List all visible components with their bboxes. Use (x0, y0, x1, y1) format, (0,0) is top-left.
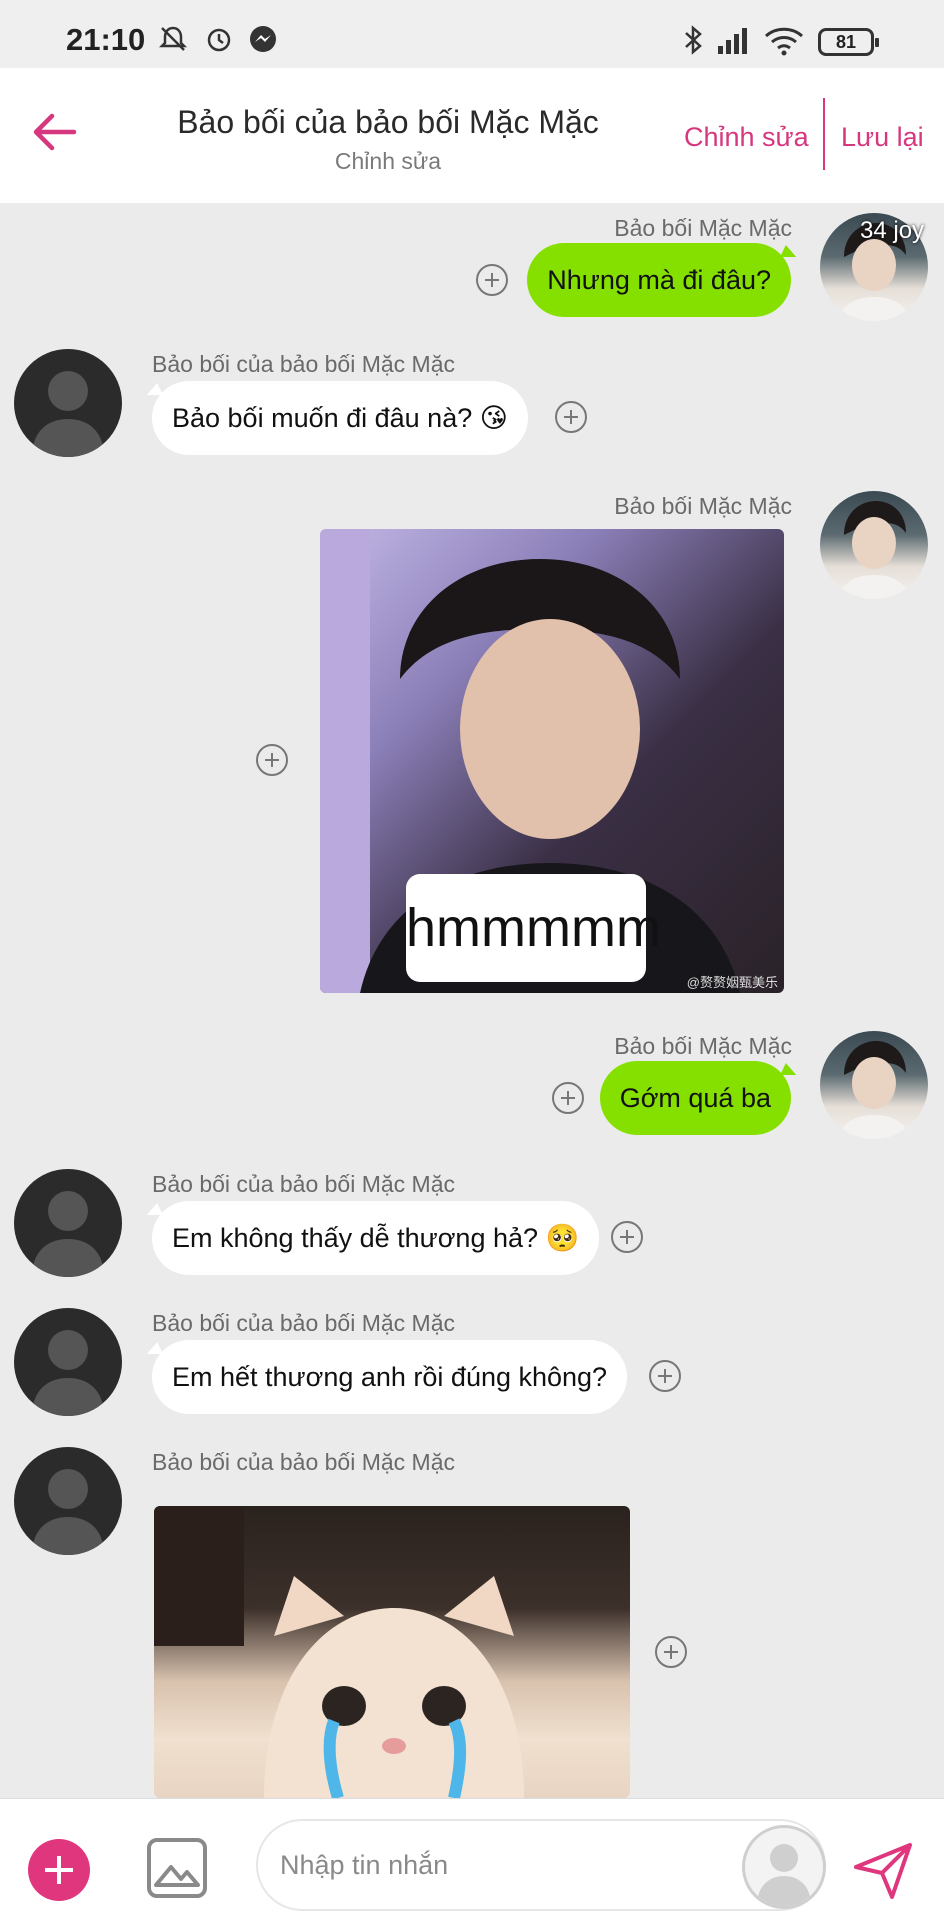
header-divider (823, 98, 825, 170)
sender-name: Bảo bối Mặc Mặc (614, 215, 792, 241)
chat-subtitle[interactable]: Chỉnh sửa (120, 148, 656, 175)
crying-cat-photo (154, 1506, 524, 1798)
image-message[interactable]: hmmmmm @赘赘姻甄美乐 (320, 529, 784, 993)
outgoing-message[interactable]: Gớm quá ba (599, 1061, 791, 1135)
sender-name: Bảo bối Mặc Mặc (614, 1033, 792, 1059)
incoming-message[interactable]: Em không thấy dễ thương hả? 🥺 (152, 1201, 600, 1275)
message-input[interactable] (280, 1839, 720, 1891)
message-input-box[interactable] (256, 1819, 826, 1911)
edit-button[interactable]: Chỉnh sửa (684, 122, 809, 153)
messenger-icon (250, 26, 276, 52)
react-plus-icon[interactable] (611, 1221, 643, 1253)
react-plus-icon[interactable] (655, 1636, 687, 1668)
incoming-message[interactable]: Em hết thương anh rồi đúng không? (152, 1340, 628, 1414)
sender-avatar[interactable] (820, 491, 928, 599)
avatar-photo (838, 501, 910, 599)
react-plus-icon[interactable] (256, 744, 288, 776)
status-bar: 21:10 81 (0, 0, 944, 68)
contact-avatar[interactable] (14, 1169, 122, 1277)
mute-icon (158, 26, 188, 51)
image-message[interactable] (154, 1506, 630, 1798)
sender-name: Bảo bối của bảo bối Mặc Mặc (152, 1171, 456, 1197)
battery-icon: 81 (818, 28, 879, 56)
contact-avatar[interactable] (14, 349, 122, 457)
sender-name: Bảo bối Mặc Mặc (614, 493, 792, 519)
chat-title: Bảo bối của bảo bối Mặc Mặc (177, 104, 599, 140)
sender-name: Bảo bối của bảo bối Mặc Mặc (152, 1449, 456, 1475)
default-avatar-icon (32, 1191, 104, 1277)
sender-avatar[interactable] (820, 1031, 928, 1139)
default-avatar-icon (32, 1469, 104, 1555)
bluetooth-icon (685, 25, 702, 55)
contact-avatar[interactable] (14, 1447, 122, 1555)
react-plus-icon[interactable] (649, 1360, 681, 1392)
default-avatar-icon (32, 1330, 104, 1416)
react-plus-icon[interactable] (552, 1082, 584, 1114)
back-arrow-icon[interactable] (30, 108, 78, 156)
alarm-icon (207, 28, 231, 52)
outgoing-message[interactable]: Nhưng mà đi đâu? (527, 243, 791, 317)
signal-icon (718, 28, 747, 54)
add-plus-button[interactable] (28, 1839, 90, 1901)
sender-name: Bảo bối của bảo bối Mặc Mặc (152, 351, 456, 377)
save-button[interactable]: Lưu lại (841, 122, 924, 153)
react-plus-icon[interactable] (555, 401, 587, 433)
react-plus-icon[interactable] (476, 264, 508, 296)
gallery-icon[interactable] (146, 1837, 208, 1899)
chat-thread[interactable]: 34 joy Bảo bối Mặc Mặc Nhưng mà đi đâu? … (0, 203, 944, 1798)
composer-bar (0, 1798, 944, 1920)
meme-caption: hmmmmm (406, 874, 661, 982)
incoming-message[interactable]: Bảo bối muốn đi đâu nà? 😘 (152, 381, 528, 455)
send-icon[interactable] (852, 1839, 914, 1901)
contact-avatar[interactable] (14, 1308, 122, 1416)
avatar-photo (838, 1041, 910, 1139)
chat-header: Bảo bối của bảo bối Mặc Mặc Chỉnh sửa Ch… (0, 68, 944, 203)
avatar-overlay-label: 34 joy (860, 217, 925, 244)
persona-avatar-button[interactable] (742, 1825, 826, 1909)
persona-silhouette-icon (757, 1844, 811, 1906)
wifi-icon (764, 27, 804, 56)
status-time: 21:10 (66, 22, 146, 57)
sender-name: Bảo bối của bảo bối Mặc Mặc (152, 1310, 456, 1336)
image-watermark: @赘赘姻甄美乐 (686, 975, 778, 990)
default-avatar-icon (32, 371, 104, 457)
